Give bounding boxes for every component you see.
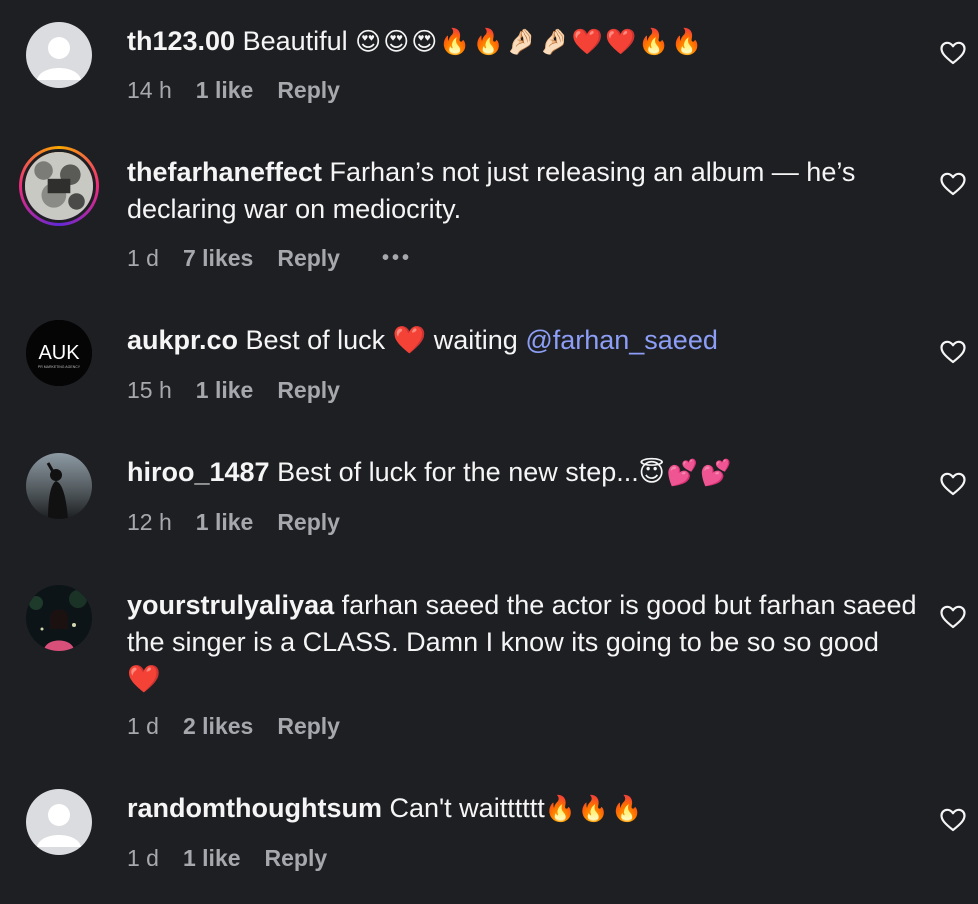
comment-message: Best of luck (238, 325, 393, 355)
heart-emoji: ❤️ (127, 664, 161, 695)
comment-username[interactable]: randomthoughtsum (127, 793, 382, 823)
reply-button[interactable]: Reply (265, 845, 328, 872)
comment-text: randomthoughtsum Can't waitttttt🔥🔥🔥 (127, 790, 917, 827)
comment-meta: 1 d 7 likes Reply ••• (127, 243, 436, 273)
comment-text: thefarhaneffect Farhan’s not just releas… (127, 154, 917, 228)
comment-meta: 1 d 1 like Reply (127, 843, 351, 873)
comment-time: 1 d (127, 712, 159, 739)
default-avatar[interactable] (26, 789, 92, 855)
comment-username[interactable]: hiroo_1487 (127, 457, 270, 487)
comment-time: 14 h (127, 76, 172, 103)
comment-time: 1 d (127, 244, 159, 271)
comment-time: 12 h (127, 508, 172, 535)
comment-likes[interactable]: 2 likes (183, 713, 253, 740)
brand-logo-text: AUK (38, 342, 80, 364)
comment-username[interactable]: thefarhaneffect (127, 157, 322, 187)
heart-icon[interactable] (940, 41, 966, 65)
comment-text: th123.00 Beautiful 😍😍😍🔥🔥🤌🏻🤌🏻❤️❤️🔥🔥 (127, 23, 917, 60)
comment-meta: 15 h 1 like Reply (127, 375, 364, 405)
comment-meta: 12 h 1 like Reply (127, 507, 364, 537)
heart-emoji: ❤️ (392, 325, 427, 356)
comment-emoji: 😇💕💕 (638, 458, 734, 487)
comment-username[interactable]: yourstrulyaliyaa (127, 590, 334, 620)
reply-button[interactable]: Reply (277, 377, 340, 404)
comment-emoji: 🔥🔥🔥 (544, 794, 645, 823)
comment-text: aukpr.co Best of luck ❤️ waiting @farhan… (127, 322, 917, 359)
comment-likes[interactable]: 1 like (196, 77, 254, 104)
comment-likes[interactable]: 1 like (183, 845, 241, 872)
comment-username[interactable]: th123.00 (127, 26, 235, 56)
comment-message-continued: waiting (426, 325, 526, 355)
brand-logo-subtext: PR MARKETING AGENCY (38, 365, 81, 369)
reply-button[interactable]: Reply (277, 713, 340, 740)
photo-avatar[interactable] (26, 585, 92, 651)
comment-message: Beautiful (235, 26, 356, 56)
default-avatar[interactable] (26, 22, 92, 88)
comment-likes[interactable]: 1 like (196, 377, 254, 404)
brand-avatar[interactable]: AUK PR MARKETING AGENCY (26, 320, 92, 386)
comment-likes[interactable]: 7 likes (183, 245, 253, 272)
comment-text: hiroo_1487 Best of luck for the new step… (127, 454, 917, 491)
comment-emoji: 😍😍😍🔥🔥🤌🏻🤌🏻❤️❤️🔥🔥 (355, 27, 705, 56)
comment-time: 1 d (127, 844, 159, 871)
heart-icon[interactable] (940, 605, 966, 629)
reply-button[interactable]: Reply (277, 509, 340, 536)
comment-time: 15 h (127, 376, 172, 403)
mention-link[interactable]: @farhan_saeed (525, 325, 718, 355)
comment-username[interactable]: aukpr.co (127, 325, 238, 355)
comment-text: yourstrulyaliyaa farhan saeed the actor … (127, 587, 917, 698)
heart-icon[interactable] (940, 808, 966, 832)
comment-message: Can't waitttttt (381, 793, 545, 823)
more-options-icon[interactable]: ••• (382, 247, 412, 270)
comment-message: Best of luck for the new step... (269, 457, 639, 487)
reply-button[interactable]: Reply (277, 77, 340, 104)
heart-icon[interactable] (940, 340, 966, 364)
heart-icon[interactable] (940, 472, 966, 496)
comment-meta: 14 h 1 like Reply (127, 75, 364, 105)
comment-meta: 1 d 2 likes Reply (127, 711, 364, 741)
heart-icon[interactable] (940, 172, 966, 196)
photo-avatar[interactable] (26, 453, 92, 519)
reply-button[interactable]: Reply (277, 245, 340, 272)
comment-likes[interactable]: 1 like (196, 509, 254, 536)
comments-list: th123.00 Beautiful 😍😍😍🔥🔥🤌🏻🤌🏻❤️❤️🔥🔥 14 h … (0, 0, 978, 904)
story-ring-avatar[interactable] (19, 146, 99, 226)
